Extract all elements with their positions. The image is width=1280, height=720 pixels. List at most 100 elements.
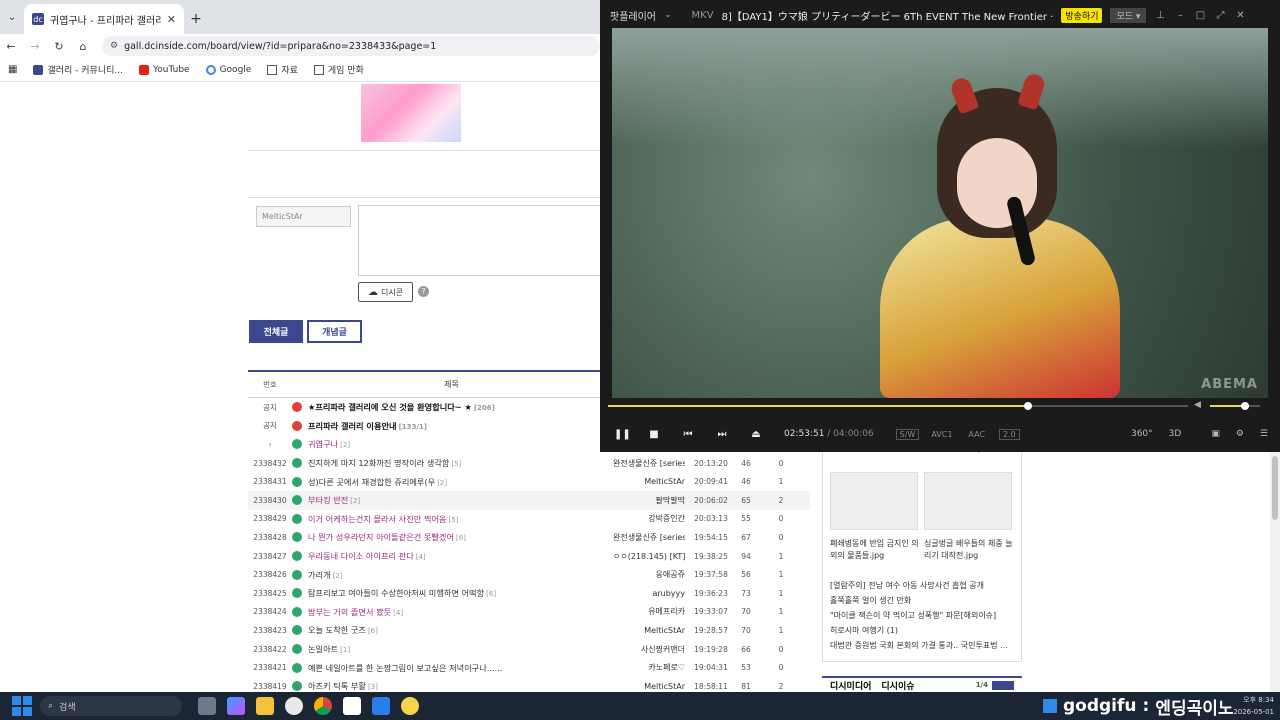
post-writer[interactable]: arubyyy (613, 589, 685, 598)
tab-dc-issue[interactable]: 디시이슈 (881, 679, 914, 692)
forward-icon[interactable]: → (30, 40, 40, 53)
scrollbar-thumb[interactable] (1272, 456, 1278, 520)
taskbar-search[interactable]: ⌕ 검색 (40, 696, 182, 716)
table-row[interactable]: 2338429 이거 어케하는건지 몰라서 사진만 찍어옴 [5] 강박증인간 20:0… (248, 510, 810, 529)
new-tab-button[interactable]: + (184, 4, 208, 34)
post-writer[interactable]: MelticStAr (613, 626, 685, 635)
post-title[interactable]: 오늘 도착한 굿즈 [6] (308, 624, 613, 636)
sidebar-caption[interactable]: 싱글벙글 배우들의 체중 늘리기 대작전.jpg (924, 538, 1016, 562)
table-row[interactable]: 2338423 오늘 도착한 굿즈 [6] MelticStAr 19:28:57 70 1 (248, 621, 810, 640)
post-writer[interactable]: MelticStAr (613, 682, 685, 691)
table-row[interactable]: 2338426 가리개 [2] 응애공쥬 19:37:58 56 1 (248, 565, 810, 584)
copilot-icon[interactable] (227, 697, 245, 715)
back-icon[interactable]: ← (6, 40, 16, 53)
video-frame[interactable]: ABEMA (612, 28, 1268, 398)
post-writer[interactable]: 완전생물신쥬 [series1… (613, 532, 685, 543)
table-row[interactable]: 2338431 성)다른 곳에서 재경합한 쥬리에루(우 [2] MelticStAr… (248, 472, 810, 491)
address-bar[interactable]: ⚙ gall.dcinside.com/board/view/?id=pripa… (102, 36, 600, 56)
app-icon[interactable] (401, 697, 419, 715)
comment-textarea[interactable] (358, 205, 600, 276)
video-codec-badge[interactable]: AVC1 (931, 430, 952, 439)
post-title[interactable]: 가리개 [2] (308, 569, 613, 581)
audio-codec-badge[interactable]: AAC (968, 430, 985, 439)
sidebar-link[interactable]: [열람주의] 전남 여수 아동 사망사건 흡협 공개 (830, 580, 984, 591)
post-writer[interactable]: 응애공쥬 (613, 569, 685, 580)
tab-concept-posts[interactable]: 개념글 (307, 320, 362, 343)
stop-icon[interactable]: ■ (648, 429, 660, 440)
table-row[interactable]: 2338424 밤부는 거의 졸면서 봤듯 [4] 유메프리카 19:33:07 70 1 (248, 603, 810, 622)
3d-icon[interactable]: 3D (1169, 429, 1182, 439)
next-icon[interactable]: ⏭ (716, 429, 728, 440)
table-row[interactable]: 2338427 우리동네 다이소 아이프리 판다 [4] ㅇㅇ(218.145) [K… (248, 547, 810, 566)
player-app-name[interactable]: 팟플레이어 (610, 8, 656, 23)
menu-icon[interactable]: ☰ (1260, 429, 1268, 439)
table-row[interactable]: 2338428 나 뭔가 성우라던지 아이돌같은건 못빨겠어 [6] 완전생물신쥬 [… (248, 528, 810, 547)
bookmark-youtube[interactable]: YouTube (138, 64, 190, 75)
post-title[interactable]: 탐프리보고 여아들이 수상한아저씨 미행하면 어떡함 [6] (308, 587, 613, 599)
windows-start-icon[interactable] (12, 696, 32, 716)
eject-icon[interactable]: ⏏ (750, 429, 762, 440)
browser-tab[interactable]: dc 귀엽구나 - 프리파라 갤러리 ✕ (24, 4, 184, 34)
post-title[interactable]: 나 뭔가 성우라던지 아이돌같은건 못빨겠어 [6] (308, 531, 613, 543)
post-title[interactable]: 귀엽구나 [2] (308, 438, 613, 450)
tab-search-icon[interactable]: ⌄ (0, 0, 24, 34)
post-writer[interactable]: 카노페로♡ (613, 662, 685, 673)
playlist-panel-icon[interactable]: ▣ (1211, 429, 1220, 439)
table-row[interactable]: 2338425 탐프리보고 여아들이 수상한아저씨 미행하면 어떡함 [6] arub… (248, 584, 810, 603)
sidebar-thumbnail[interactable] (830, 472, 918, 530)
post-writer[interactable]: 사신찡커맨더 (613, 644, 685, 655)
task-view-icon[interactable] (198, 697, 216, 715)
post-title[interactable]: 밤부는 거의 졸면서 봤듯 [4] (308, 606, 613, 618)
close-tab-icon[interactable]: ✕ (167, 13, 176, 26)
sidebar-link[interactable]: "마이클 잭슨이 약 먹이고 성폭행" 파문[해외이슈] (830, 610, 996, 621)
mode-dropdown[interactable]: 모드 ▾ (1110, 7, 1147, 23)
app-icon[interactable] (285, 697, 303, 715)
post-writer[interactable]: 팔딱팔딱 (613, 495, 685, 506)
post-title[interactable]: 부타킹 반전 [2] (308, 494, 613, 506)
post-writer[interactable]: 유메프리카 (613, 606, 685, 617)
page-scrollbar[interactable] (1270, 452, 1280, 692)
post-writer[interactable]: 강박증인간 (613, 513, 685, 524)
volume-icon[interactable]: ◀ (1194, 400, 1201, 410)
bookmark-folder-materials[interactable]: 자료 (267, 63, 298, 76)
post-writer[interactable]: 완전생물신쥬 [series1… (613, 458, 685, 469)
post-writer[interactable]: ㅇㅇ(218.145) [KT] (613, 551, 685, 562)
previous-icon[interactable]: ⏮ (682, 429, 694, 440)
seek-bar[interactable] (608, 402, 1188, 410)
post-title[interactable]: 프리파라 갤러리 이용안내 [133/1] (308, 420, 613, 432)
pause-icon[interactable]: ❚❚ (614, 429, 631, 440)
gear-icon[interactable]: ⚙ (1236, 429, 1244, 439)
pin-icon[interactable]: ⊥ (1154, 10, 1166, 21)
volume-handle[interactable] (1241, 402, 1249, 410)
table-row[interactable]: 2338421 예쁜 네일아트를 한 논짱그림이 보고싶은 저녁이구나......… (248, 658, 810, 677)
home-icon[interactable]: ⌂ (78, 40, 88, 53)
sidebar-link[interactable]: 대법관 증원법 국회 본회의 가결 통과.. 국민투표법 ... (830, 640, 1014, 651)
sidebar-thumbnail[interactable] (924, 472, 1012, 530)
minimize-icon[interactable]: – (1174, 10, 1186, 21)
app-icon[interactable] (343, 697, 361, 715)
fullscreen-icon[interactable]: ⤢ (1214, 10, 1226, 21)
help-icon[interactable]: ? (418, 286, 429, 297)
sidebar-caption[interactable]: 폐쇄병동에 반입 금지인 의외의 물품들.jpg (830, 538, 922, 562)
channels-badge[interactable]: 2.0 (999, 428, 1020, 440)
table-row[interactable]: 2338432 진지하게 마지 12화까진 명작이라 생각함 [5] 완전생물신쥬 [… (248, 454, 810, 473)
decoder-badge[interactable]: S/W (895, 428, 920, 440)
post-title[interactable]: 아즈키 틱톡 부활 [3] (308, 680, 613, 692)
notes-icon[interactable] (372, 697, 390, 715)
chrome-icon[interactable] (314, 697, 332, 715)
apps-icon[interactable]: ▦ (8, 64, 17, 75)
volume-slider[interactable] (1210, 402, 1260, 410)
post-title[interactable]: 논일아트 [1] (308, 643, 613, 655)
site-info-icon[interactable]: ⚙ (110, 41, 118, 51)
taskbar-clock[interactable]: 오후 8:34 2026-05-01 (1233, 694, 1274, 718)
post-title[interactable]: 우리동네 다이소 아이프리 판다 [4] (308, 550, 613, 562)
comment-name-field[interactable]: MelticStAr (256, 206, 351, 227)
post-title[interactable]: 예쁜 네일아트를 한 논짱그림이 보고싶은 저녁이구나...... (308, 662, 613, 674)
post-writer[interactable]: MelticStAr (613, 477, 685, 486)
bookmark-google[interactable]: Google (205, 64, 251, 75)
post-title[interactable]: 성)다른 곳에서 재경합한 쥬리에루(우 [2] (308, 476, 613, 488)
seek-handle[interactable] (1023, 402, 1032, 410)
maximize-icon[interactable]: □ (1194, 10, 1206, 21)
table-row[interactable]: 2338430 부타킹 반전 [2] 팔딱팔딱 20:06:02 65 2 (248, 490, 810, 510)
chevron-down-icon[interactable]: ⌄ (664, 10, 672, 20)
